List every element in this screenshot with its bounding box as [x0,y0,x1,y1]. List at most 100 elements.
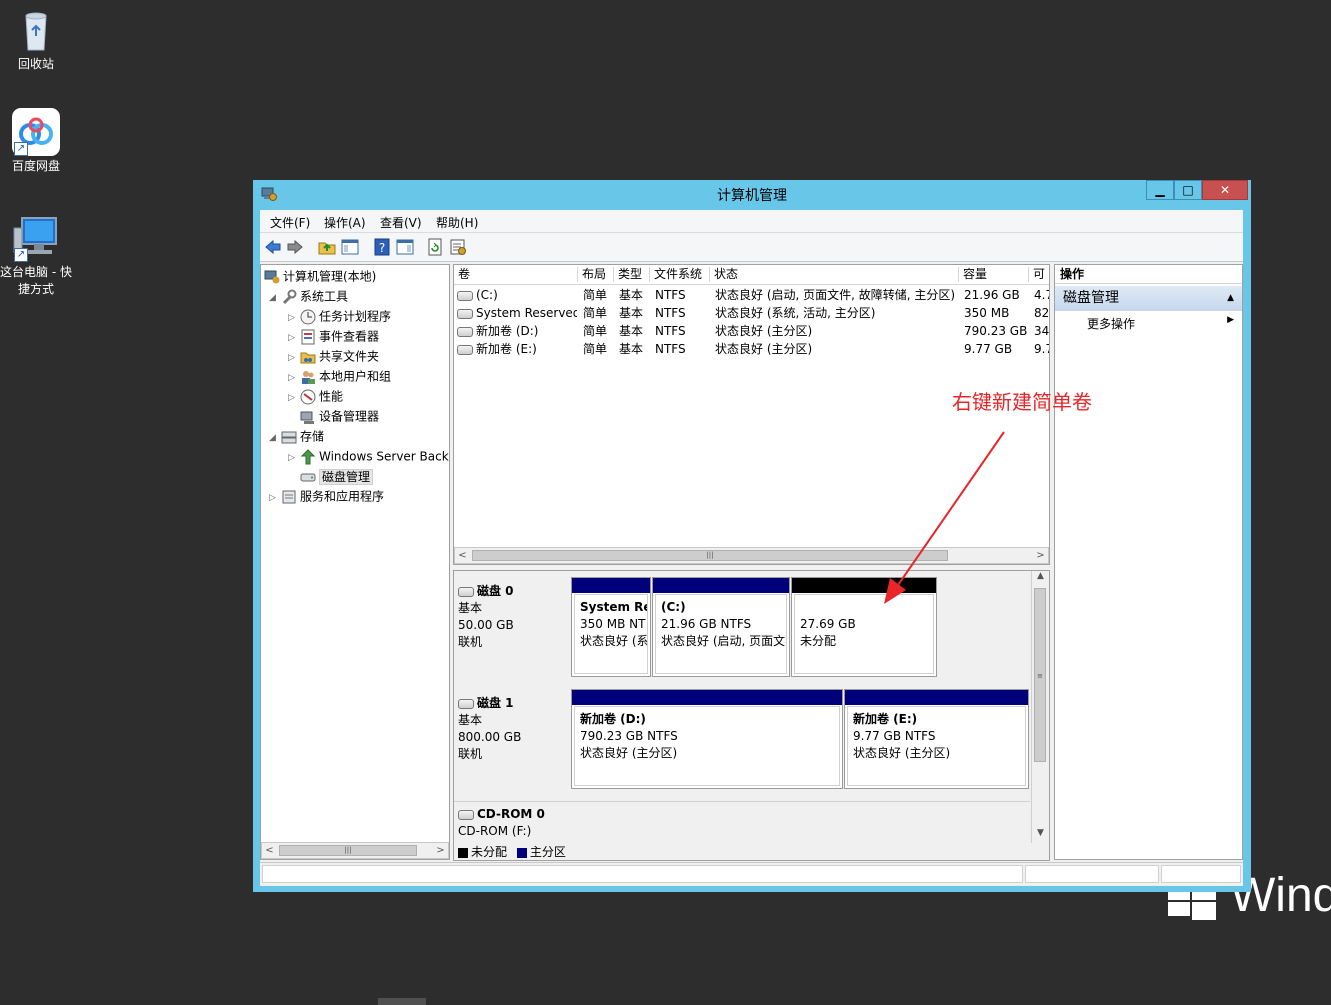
window-client-area: 文件(F) 操作(A) 查看(V) 帮助(H) ? 计算机管理(本地) ◢ 系统… [260,210,1243,886]
show-hide-action-pane-icon[interactable] [396,238,414,256]
scroll-up-icon[interactable]: ▲ [1032,571,1049,586]
this-pc-icon: ↗ [12,214,60,262]
computer-management-icon [264,269,280,285]
up-folder-icon[interactable] [318,238,336,256]
volume-list-horizontal-scrollbar[interactable]: < ||| > [454,547,1049,564]
column-header-layout[interactable]: 布局 [578,267,614,282]
volume-row[interactable]: (C:) 简单 基本 NTFS 状态良好 (启动, 页面文件, 故障转储, 主分… [454,286,1049,304]
tree-label: 存储 [300,429,325,444]
expanded-arrow-icon[interactable]: ◢ [269,428,281,448]
scroll-down-icon[interactable]: ▼ [1032,828,1049,843]
menu-help[interactable]: 帮助(H) [436,214,478,231]
collapsed-arrow-icon[interactable]: ▷ [288,388,300,408]
tree-item-services-apps[interactable]: ▷ 服务和应用程序 [269,486,384,506]
disk-info[interactable]: 磁盘 0 基本 50.00 GB 联机 [458,583,566,651]
tree-item-storage[interactable]: ◢ 存储 [269,426,324,446]
volume-row[interactable]: System Reserved 简单 基本 NTFS 状态良好 (系统, 活动,… [454,304,1049,322]
tree-label: 事件查看器 [319,329,380,344]
scroll-thumb[interactable]: ||| [279,845,417,856]
partition-c[interactable]: (C:) 21.96 GB NTFS 状态良好 (启动, 页面文 [652,577,790,677]
column-header-volume[interactable]: 卷 [454,267,578,282]
status-segment [262,865,1023,883]
device-manager-icon [300,409,316,425]
desktop-icon-this-pc[interactable]: ↗ 这台电脑 - 快捷方式 [0,214,72,298]
tree-item-local-users[interactable]: ▷ 本地用户和组 [288,366,391,386]
tree-item-disk-management[interactable]: 磁盘管理 [288,466,374,486]
users-icon [300,369,316,385]
close-button[interactable]: ✕ [1202,180,1248,200]
collapsed-arrow-icon[interactable]: ▷ [288,308,300,328]
partition-d[interactable]: 新加卷 (D:) 790.23 GB NTFS 状态良好 (主分区) [571,689,843,789]
tree-label: 性能 [319,389,344,404]
menu-bar: 文件(F) 操作(A) 查看(V) 帮助(H) [260,210,1243,233]
tree-horizontal-scrollbar[interactable]: < ||| > [261,842,449,859]
partition-system-reserved[interactable]: System Re: 350 MB NT 状态良好 (系 [571,577,651,677]
storage-icon [281,429,297,445]
recycle-bin-icon [12,6,60,54]
scroll-left-icon[interactable]: < [262,843,277,858]
cdrom-info[interactable]: CD-ROM 0 CD-ROM (F:) [458,806,566,840]
scroll-thumb[interactable]: ||| [472,550,948,561]
tree-label: 服务和应用程序 [300,489,385,504]
actions-section-disk-management[interactable]: 磁盘管理 ▲ [1055,286,1242,311]
scroll-right-icon[interactable]: > [433,843,448,858]
column-header-status[interactable]: 状态 [710,267,959,282]
submenu-arrow-icon: ▶ [1227,315,1234,325]
tree-item-shared-folders[interactable]: ▷ 共享文件夹 [288,346,379,366]
tree-item-system-tools[interactable]: ◢ 系统工具 [269,286,348,306]
title-bar[interactable]: 计算机管理 ▁ □ ✕ [253,180,1251,208]
partition-bar [792,578,936,593]
menu-action[interactable]: 操作(A) [324,214,366,231]
legend-swatch-unallocated [458,847,468,858]
menu-file[interactable]: 文件(F) [270,214,310,231]
show-hide-tree-icon[interactable] [341,238,359,256]
scroll-left-icon[interactable]: < [455,548,470,563]
collapse-up-icon[interactable]: ▲ [1227,286,1234,311]
tree-item-device-manager[interactable]: 设备管理器 [288,406,379,426]
expanded-arrow-icon[interactable]: ◢ [269,288,281,308]
status-segment [1025,865,1159,883]
disk-row-1: 磁盘 1 基本 800.00 GB 联机 新加卷 (D:) 790.23 GB … [454,689,1030,797]
collapsed-arrow-icon[interactable]: ▷ [288,348,300,368]
volume-row[interactable]: 新加卷 (D:) 简单 基本 NTFS 状态良好 (主分区) 790.23 GB… [454,322,1049,340]
volume-row[interactable]: 新加卷 (E:) 简单 基本 NTFS 状态良好 (主分区) 9.77 GB 9… [454,340,1049,358]
tree-item-task-scheduler[interactable]: ▷ 任务计划程序 [288,306,391,326]
disk-view-vertical-scrollbar[interactable]: ▲ ≡ ▼ [1031,571,1049,843]
legend-swatch-primary [516,847,527,858]
maximize-button[interactable]: □ [1174,180,1202,200]
back-icon[interactable] [264,238,282,256]
tree-label: 磁盘管理 [319,468,374,485]
partition-e[interactable]: 新加卷 (E:) 9.77 GB NTFS 状态良好 (主分区) [844,689,1029,789]
scroll-thumb[interactable]: ≡ [1034,588,1046,762]
menu-view[interactable]: 查看(V) [380,214,422,231]
column-header-type[interactable]: 类型 [614,267,650,282]
forward-icon[interactable] [286,238,304,256]
collapsed-arrow-icon[interactable]: ▷ [269,488,281,508]
column-header-filesystem[interactable]: 文件系统 [650,267,710,282]
minimize-button[interactable]: ▁ [1146,180,1174,200]
disk-info[interactable]: 磁盘 1 基本 800.00 GB 联机 [458,695,566,763]
desktop-icon-recycle-bin[interactable]: 回收站 [0,6,72,73]
computer-management-window: 计算机管理 ▁ □ ✕ 文件(F) 操作(A) 查看(V) 帮助(H) ? 计算… [253,180,1251,892]
desktop-icon-baidu-netdisk[interactable]: ↗ 百度网盘 [0,108,72,175]
shortcut-arrow-icon: ↗ [14,142,28,156]
more-actions-item[interactable]: 更多操作 [1087,315,1135,332]
collapsed-arrow-icon[interactable]: ▷ [288,448,300,468]
properties-icon[interactable] [449,238,467,256]
partition-bar [653,578,789,593]
tree-item-root[interactable]: 计算机管理(本地) [264,266,376,286]
partition-unallocated[interactable]: 27.69 GB 未分配 [791,577,937,677]
collapsed-arrow-icon[interactable]: ▷ [288,328,300,348]
tree-item-event-viewer[interactable]: ▷ 事件查看器 [288,326,379,346]
column-header-capacity[interactable]: 容量 [959,267,1029,282]
help-icon[interactable]: ? [373,238,391,256]
backup-icon [300,448,316,465]
partition-bar [572,578,650,593]
scroll-right-icon[interactable]: > [1033,548,1048,563]
collapsed-arrow-icon[interactable]: ▷ [288,368,300,388]
column-header-free[interactable]: 可 [1029,267,1049,282]
refresh-icon[interactable] [426,238,444,256]
tree-item-windows-backup[interactable]: ▷ Windows Server Back [288,446,449,466]
tree-item-performance[interactable]: ▷ 性能 [288,386,343,406]
navigation-tree: 计算机管理(本地) ◢ 系统工具 ▷ 任务计划程序 ▷ 事件查看器 ▷ 共享文件夹 ▷ 本… [260,264,450,860]
